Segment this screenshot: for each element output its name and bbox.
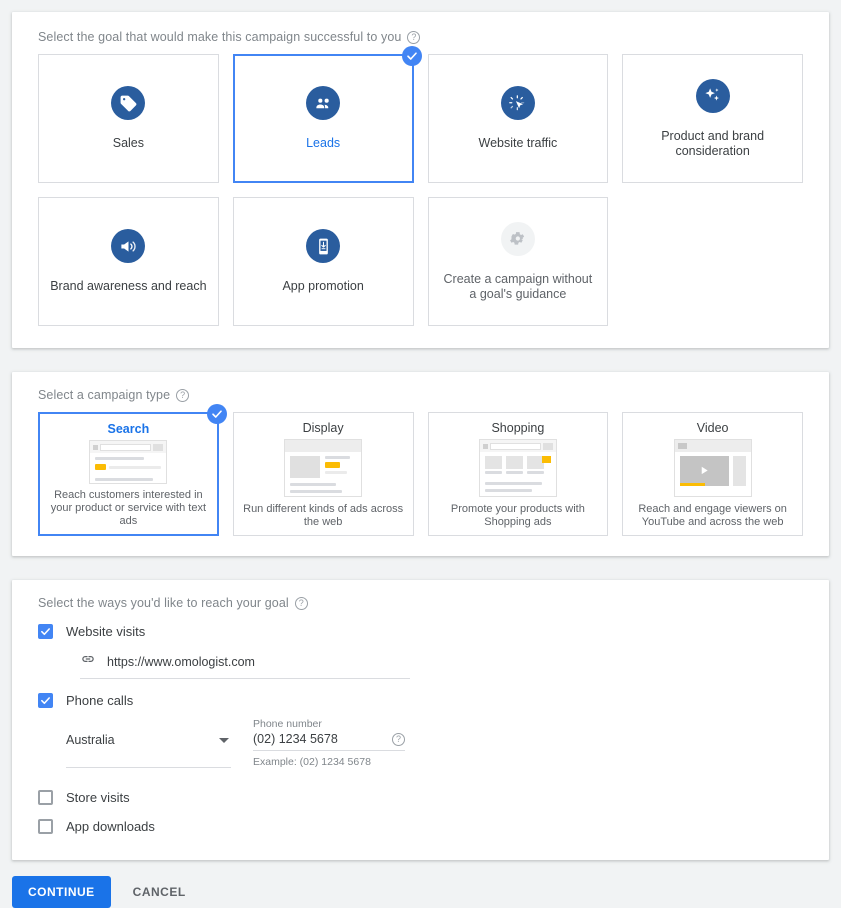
help-circle-icon[interactable]: ? (176, 388, 190, 402)
goal-card-app-promotion[interactable]: App promotion (232, 197, 414, 326)
chevron-down-icon (219, 737, 229, 743)
campaign-setup-page: Select the goal that would make this cam… (0, 12, 841, 908)
type-card-desc: Reach customers interested in your produ… (50, 489, 207, 527)
website-visits-row[interactable]: Website visits (38, 624, 803, 639)
type-card-desc: Reach and engage viewers on YouTube and … (638, 503, 787, 528)
continue-button[interactable]: CONTINUE (12, 876, 111, 908)
phone-number-helper: Example: (02) 1234 5678 (253, 756, 371, 768)
tag-icon (111, 86, 146, 120)
website-visits-checkbox[interactable] (38, 624, 53, 639)
phone-fields: Australia Phone number (02) 1234 5678 ? … (66, 718, 803, 768)
store-visits-row[interactable]: Store visits (38, 790, 803, 805)
link-icon (80, 651, 96, 672)
goal-card-label: Brand awareness and reach (50, 279, 207, 293)
megaphone-icon (111, 229, 146, 263)
type-card-desc: Promote your products with Shopping ads (450, 503, 585, 528)
help-circle-icon[interactable]: ? (407, 30, 421, 44)
country-value: Australia (66, 733, 115, 747)
type-card-title: Display (302, 421, 344, 435)
goal-card-label: Leads (306, 136, 341, 150)
display-banner-thumb (284, 439, 363, 497)
country-select[interactable]: Australia (66, 718, 231, 768)
shopping-grid-thumb (478, 439, 557, 497)
cancel-button[interactable]: CANCEL (125, 876, 194, 908)
type-card-desc: Run different kinds of ads across the we… (243, 503, 404, 528)
goal-card-brand-awareness[interactable]: Brand awareness and reach (38, 197, 219, 326)
goal-card-label: Website traffic (478, 136, 558, 150)
goal-card-product-brand-consideration[interactable]: Product and brand consideration (622, 54, 803, 183)
phone-number-field[interactable]: Phone number (02) 1234 5678 ? Example: (… (253, 718, 405, 768)
goal-card-label: App promotion (282, 279, 364, 293)
type-heading-text: Select a campaign type (38, 388, 171, 402)
goal-card-label: Product and brand consideration (661, 128, 765, 158)
goal-heading-text: Select the goal that would make this cam… (38, 30, 402, 44)
people-group-icon (306, 86, 341, 120)
type-card-display[interactable]: Display Run different kinds of ads acros… (232, 412, 414, 536)
app-downloads-row[interactable]: App downloads (38, 819, 803, 834)
help-circle-icon[interactable]: ? (294, 596, 308, 610)
ways-section-heading: Select the ways you'd like to reach your… (38, 596, 803, 610)
type-card-video[interactable]: Video Reach and engage viewers on YouTub… (622, 412, 803, 536)
phone-calls-row[interactable]: Phone calls (38, 693, 803, 708)
goal-card-sales[interactable]: Sales (38, 54, 219, 183)
cursor-click-icon (500, 86, 535, 120)
app-downloads-label: App downloads (66, 819, 155, 834)
help-circle-icon[interactable]: ? (392, 732, 405, 746)
phone-calls-label: Phone calls (66, 693, 134, 708)
app-downloads-checkbox[interactable] (38, 819, 53, 834)
reach-goal-panel: Select the ways you'd like to reach your… (12, 580, 829, 860)
type-card-shopping[interactable]: Shopping Promote your products with Shop… (427, 412, 609, 536)
phone-number-label: Phone number (253, 718, 322, 730)
gear-icon (500, 221, 535, 256)
video-player-thumb (673, 439, 752, 497)
type-card-title: Video (696, 421, 729, 435)
website-url-field[interactable]: https://www.omologist.com (80, 651, 410, 679)
form-footer: CONTINUE CANCEL (0, 860, 841, 908)
search-results-thumb (89, 440, 168, 484)
goal-card-grid: Sales Leads Website traffic Product and … (38, 46, 803, 326)
sparkles-icon (695, 78, 730, 113)
campaign-type-grid: Search Reach customers interested in you… (38, 404, 803, 536)
selected-check-icon (206, 404, 227, 424)
selected-check-icon (401, 46, 422, 66)
ways-heading-text: Select the ways you'd like to reach your… (38, 596, 289, 610)
type-card-search[interactable]: Search Reach customers interested in you… (38, 404, 227, 536)
phone-number-value: (02) 1234 5678 (253, 732, 338, 746)
type-section-heading: Select a campaign type ? (38, 388, 803, 402)
goal-selection-panel: Select the goal that would make this cam… (12, 12, 829, 348)
goal-card-label: Create a campaign without a goal's guida… (443, 271, 593, 301)
store-visits-checkbox[interactable] (38, 790, 53, 805)
campaign-type-panel: Select a campaign type ? Search Reach cu… (12, 372, 829, 556)
goal-card-website-traffic[interactable]: Website traffic (427, 54, 609, 183)
website-visits-label: Website visits (66, 624, 146, 639)
type-card-title: Search (107, 422, 150, 436)
goal-card-label: Sales (112, 136, 145, 150)
goal-card-leads[interactable]: Leads (232, 46, 422, 183)
goal-section-heading: Select the goal that would make this cam… (38, 30, 803, 44)
store-visits-label: Store visits (66, 790, 130, 805)
mobile-app-icon (306, 229, 341, 263)
type-card-title: Shopping (491, 421, 545, 435)
website-url-value: https://www.omologist.com (107, 654, 255, 669)
goal-card-no-guidance[interactable]: Create a campaign without a goal's guida… (427, 197, 609, 326)
phone-calls-checkbox[interactable] (38, 693, 53, 708)
